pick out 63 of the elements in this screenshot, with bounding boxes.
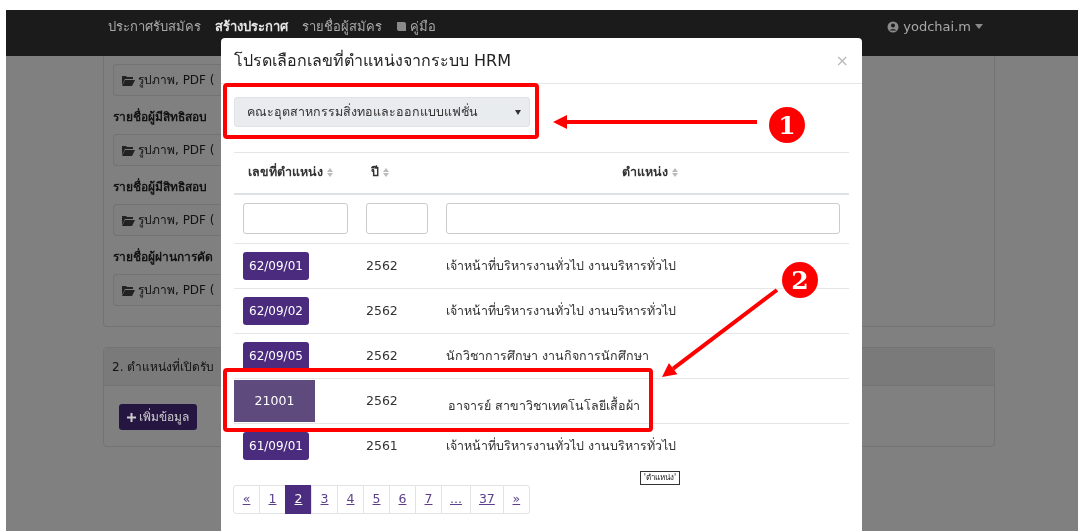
filter-field[interactable] — [446, 203, 840, 235]
field-label: รายชื่อผู้มีสิทธิสอบ — [113, 108, 207, 126]
step-number: 2 — [782, 262, 818, 298]
nav-link[interactable]: ประกาศรับสมัคร — [108, 17, 201, 37]
page-link[interactable]: 1 — [259, 484, 286, 514]
folder-icon — [122, 284, 135, 296]
field-label: รายชื่อผู้มีสิทธิสอบ — [113, 178, 207, 196]
page-link[interactable]: ... — [441, 484, 471, 514]
caret-icon — [975, 24, 983, 30]
field-label: รายชื่อผู้ผ่านการคัด — [113, 248, 213, 266]
position-text: อาจารย์ สาขาวิชาเทคโนโลยีเสื้อผ้า — [448, 397, 640, 413]
user-menu[interactable]: yodchai.m — [887, 17, 983, 37]
file-button[interactable]: รูปภาพ, PDF ( — [113, 274, 223, 306]
faculty-select[interactable]: คณะอุตสาหกรรมสิ่งทอและออกแบบแฟชั่น — [234, 97, 530, 127]
column-header[interactable]: เลขที่ตำแหน่ง — [248, 163, 333, 183]
tooltip: 'ตำแหน่ง' — [639, 470, 681, 485]
position-code[interactable]: 62/09/01 — [243, 252, 309, 280]
caret-icon — [515, 109, 521, 115]
year-text: 2562 — [366, 257, 398, 273]
page-link[interactable]: 7 — [415, 484, 442, 514]
page-link[interactable]: 4 — [337, 484, 364, 514]
add-button[interactable]: เพิ่มข้อมูล — [119, 404, 197, 430]
step-number: 1 — [769, 107, 805, 143]
position-code[interactable]: 21001 — [234, 380, 315, 422]
year-text: 2562 — [366, 302, 398, 318]
page-link[interactable]: » — [502, 484, 530, 514]
page-link[interactable]: 5 — [363, 484, 390, 514]
modal-title: โปรดเลือกเลขที่ตำแหน่งจากระบบ HRM — [234, 49, 512, 72]
position-text: เจ้าหน้าที่บริหารงานทั่วไป งานบริหารทั่วไป — [446, 257, 676, 273]
position-text: เจ้าหน้าที่บริหารงานทั่วไป งานบริหารทั่วไป — [446, 302, 676, 318]
file-button[interactable]: รูปภาพ, PDF ( — [113, 134, 223, 166]
book-icon — [396, 21, 407, 33]
nav-link[interactable]: คู่มือ — [396, 17, 436, 37]
file-button[interactable]: รูปภาพ, PDF ( — [113, 64, 223, 96]
user-icon — [887, 20, 900, 33]
column-header[interactable]: ปี — [371, 163, 389, 183]
section-title: 2. ตำแหน่งที่เปิดรับ — [112, 360, 215, 374]
sort-icon — [672, 168, 678, 178]
folder-icon — [122, 214, 135, 226]
sort-icon — [327, 168, 333, 178]
column-header[interactable]: ตำแหน่ง — [622, 163, 678, 183]
page-link[interactable]: 6 — [389, 484, 416, 514]
page-link[interactable]: « — [233, 484, 260, 514]
nav-link[interactable]: สร้างประกาศ — [215, 17, 288, 37]
position-code[interactable]: 62/09/02 — [243, 297, 309, 325]
filter-field[interactable] — [366, 203, 428, 235]
folder-icon — [122, 74, 135, 86]
year-text: 2562 — [366, 347, 398, 363]
position-text: เจ้าหน้าที่บริหารงานทั่วไป งานบริหารทั่วไป — [446, 437, 676, 453]
position-code[interactable]: 62/09/05 — [243, 342, 309, 370]
page-link[interactable]: 2 — [285, 484, 312, 514]
nav-link[interactable]: รายชื่อผู้สมัคร — [302, 17, 382, 37]
year-text: 2562 — [366, 392, 398, 408]
folder-icon — [122, 144, 135, 156]
page-link[interactable]: 3 — [311, 484, 338, 514]
plus-icon — [127, 412, 136, 422]
position-code[interactable]: 61/09/01 — [243, 432, 309, 461]
sort-icon — [383, 168, 389, 178]
position-text: นักวิชาการศึกษา งานกิจการนักศึกษา — [446, 347, 649, 363]
year-text: 2561 — [366, 437, 398, 453]
file-button[interactable]: รูปภาพ, PDF ( — [113, 204, 223, 236]
page-link[interactable]: 37 — [469, 484, 504, 514]
filter-field[interactable] — [243, 203, 348, 235]
